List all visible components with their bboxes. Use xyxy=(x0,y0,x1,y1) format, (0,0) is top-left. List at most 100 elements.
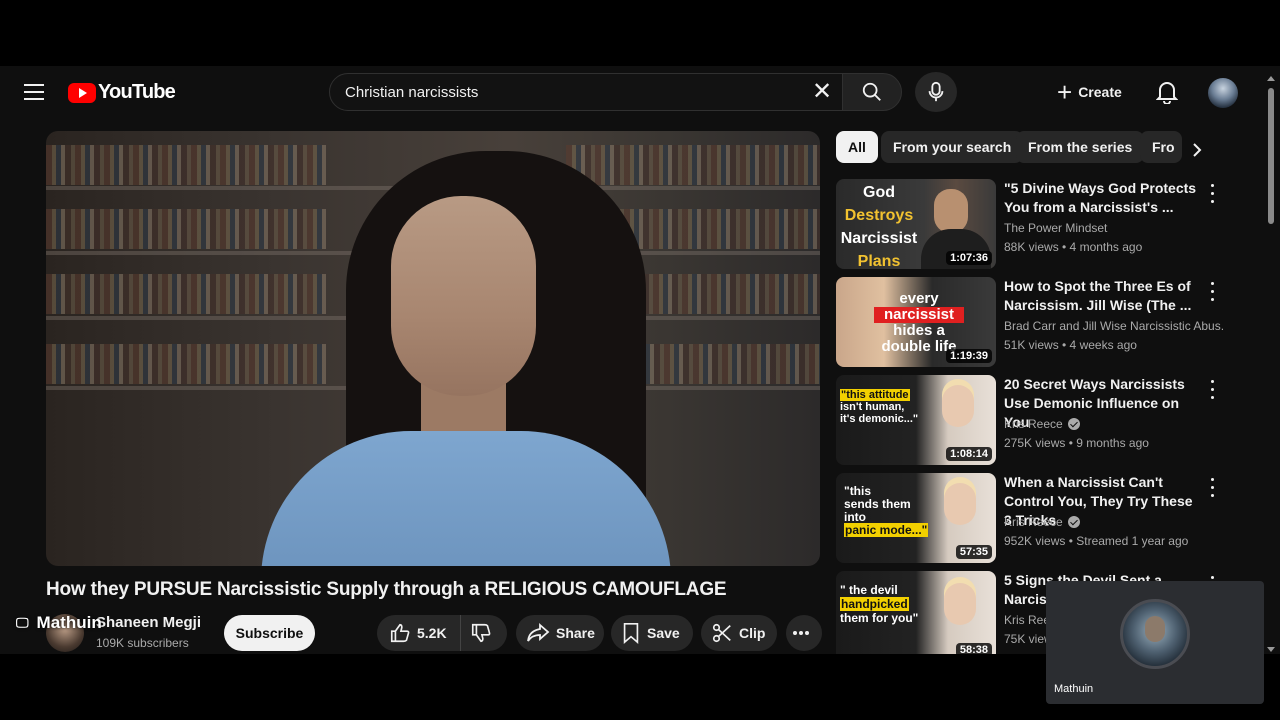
thumb-text: panic mode..." xyxy=(844,523,929,537)
thumb-text: isn't human, xyxy=(840,401,905,413)
video-duration: 1:07:36 xyxy=(946,251,992,265)
more-actions-button[interactable] xyxy=(786,615,822,651)
more-vertical-icon[interactable] xyxy=(1205,377,1219,401)
create-label: Create xyxy=(1078,84,1122,100)
clear-search-icon[interactable]: ✕ xyxy=(802,74,842,110)
subscribe-button[interactable]: Subscribe xyxy=(224,615,315,651)
thumb-text: Destroys xyxy=(844,207,914,224)
plus-icon: + xyxy=(1057,77,1073,107)
recommendation-item[interactable]: God Destroys Narcissist Plans 1:07:36 "5… xyxy=(836,179,1226,271)
recommendation-title[interactable]: How to Spot the Three Es of Narcissism. … xyxy=(1004,277,1204,315)
clip-button[interactable]: Clip xyxy=(701,615,777,651)
page-scrollbar[interactable] xyxy=(1266,76,1276,654)
thumb-text: " the devil xyxy=(840,583,898,597)
video-duration: 1:08:14 xyxy=(946,447,992,461)
thumbs-up-icon xyxy=(390,623,410,643)
subscriber-count: 109K subscribers xyxy=(96,636,189,650)
thumb-text: God xyxy=(863,184,895,201)
recommendation-channel[interactable]: Brad Carr and Jill Wise Narcissistic Abu… xyxy=(1004,319,1224,333)
video-thumbnail[interactable]: "this attitude isn't human, it's demonic… xyxy=(836,375,996,465)
screen-share-overlay: 🖵 Mathuin xyxy=(16,613,102,633)
search-button[interactable] xyxy=(842,73,902,111)
scroll-down-arrow[interactable] xyxy=(1267,647,1275,652)
clip-label: Clip xyxy=(739,625,766,641)
youtube-app: YouTube Christian narcissists ✕ + Create xyxy=(0,66,1280,654)
bookmark-icon xyxy=(623,623,639,644)
video-thumbnail[interactable]: "this sends them into panic mode..." 57:… xyxy=(836,473,996,563)
more-vertical-icon[interactable] xyxy=(1205,279,1219,303)
chevron-right-icon[interactable] xyxy=(1182,135,1212,165)
share-icon xyxy=(527,623,550,642)
like-button[interactable]: 5.2K xyxy=(377,615,461,651)
search-query[interactable]: Christian narcissists xyxy=(345,84,802,101)
recommendation-channel[interactable]: Kris Reece xyxy=(1004,515,1224,529)
chip-truncated[interactable]: Fro xyxy=(1140,131,1182,163)
video-duration: 1:19:39 xyxy=(946,349,992,363)
monitor-icon: 🖵 xyxy=(16,615,29,630)
like-count: 5.2K xyxy=(417,625,447,641)
channel-name[interactable]: Shaneen Megji xyxy=(96,614,201,631)
notifications-button[interactable] xyxy=(1150,76,1184,108)
thumbs-down-icon xyxy=(471,623,491,643)
recommendation-meta: 275K views • 9 months ago xyxy=(1004,436,1149,450)
save-label: Save xyxy=(647,625,680,641)
share-button[interactable]: Share xyxy=(516,615,604,651)
menu-icon[interactable] xyxy=(24,84,44,100)
recommendation-item[interactable]: "this attitude isn't human, it's demonic… xyxy=(836,375,1226,467)
recommendation-meta: 51K views • 4 weeks ago xyxy=(1004,338,1137,352)
more-horizontal-icon xyxy=(793,631,809,635)
save-button[interactable]: Save xyxy=(611,615,693,651)
participant-name: Mathuin xyxy=(1054,683,1094,695)
thumb-text: narcissist xyxy=(874,307,964,323)
thumb-text: it's demonic..." xyxy=(840,413,919,425)
share-label: Share xyxy=(556,625,595,641)
thumb-text: them for you" xyxy=(840,611,919,625)
chip-from-the-series[interactable]: From the series xyxy=(1016,131,1145,163)
verified-icon xyxy=(1067,516,1080,528)
voice-search-button[interactable] xyxy=(915,72,957,112)
presenter-face xyxy=(391,196,536,396)
scissors-icon xyxy=(712,623,731,643)
video-duration: 58:38 xyxy=(955,643,992,654)
recommendation-title[interactable]: "5 Divine Ways God Protects You from a N… xyxy=(1004,179,1204,217)
like-dislike-group: 5.2K xyxy=(377,615,507,651)
logo-text: YouTube xyxy=(98,81,176,103)
chip-all[interactable]: All xyxy=(836,131,878,163)
scroll-thumb[interactable] xyxy=(1268,88,1274,224)
thumb-text: hides a xyxy=(893,322,945,339)
recommendation-channel[interactable]: Kris Reece xyxy=(1004,417,1224,431)
video-title: How they PURSUE Narcissistic Supply thro… xyxy=(46,579,727,600)
youtube-logo-icon xyxy=(68,82,96,103)
more-vertical-icon[interactable] xyxy=(1205,181,1219,205)
microphone-icon xyxy=(928,81,944,102)
dislike-button[interactable] xyxy=(461,615,507,651)
create-button[interactable]: + Create xyxy=(1047,72,1136,112)
camera-tile[interactable]: Mathuin xyxy=(1046,581,1264,704)
search-input[interactable]: Christian narcissists ✕ xyxy=(329,73,843,111)
thumb-text: every xyxy=(899,290,939,307)
scroll-up-arrow[interactable] xyxy=(1267,76,1275,81)
thumb-text: "this attitude xyxy=(840,389,910,401)
recommendation-item[interactable]: "this sends them into panic mode..." 57:… xyxy=(836,473,1226,565)
recommendation-meta: 88K views • 4 months ago xyxy=(1004,240,1143,254)
account-avatar[interactable] xyxy=(1208,78,1238,108)
thumb-text: Narcissist xyxy=(840,230,918,247)
video-thumbnail[interactable]: every narcissist hides a double life 1:1… xyxy=(836,277,996,367)
youtube-logo[interactable]: YouTube xyxy=(68,81,176,104)
thumb-text: handpicked xyxy=(840,597,909,611)
bell-icon xyxy=(1156,82,1178,104)
video-duration: 57:35 xyxy=(955,545,992,559)
participant-avatar xyxy=(1120,599,1190,669)
recommendation-item[interactable]: every narcissist hides a double life 1:1… xyxy=(836,277,1226,369)
more-vertical-icon[interactable] xyxy=(1205,475,1219,499)
video-player[interactable] xyxy=(46,131,820,566)
search-icon xyxy=(862,82,881,101)
overlay-user-name: Mathuin xyxy=(36,613,102,632)
recommendation-channel[interactable]: The Power Mindset xyxy=(1004,221,1224,235)
verified-icon xyxy=(1067,418,1080,430)
thumb-text: Plans xyxy=(857,253,901,269)
chip-from-your-search[interactable]: From your search xyxy=(881,131,1024,163)
recommendation-meta: 952K views • Streamed 1 year ago xyxy=(1004,534,1189,548)
video-thumbnail[interactable]: " the devil handpicked them for you" 58:… xyxy=(836,571,996,654)
video-thumbnail[interactable]: God Destroys Narcissist Plans 1:07:36 xyxy=(836,179,996,269)
